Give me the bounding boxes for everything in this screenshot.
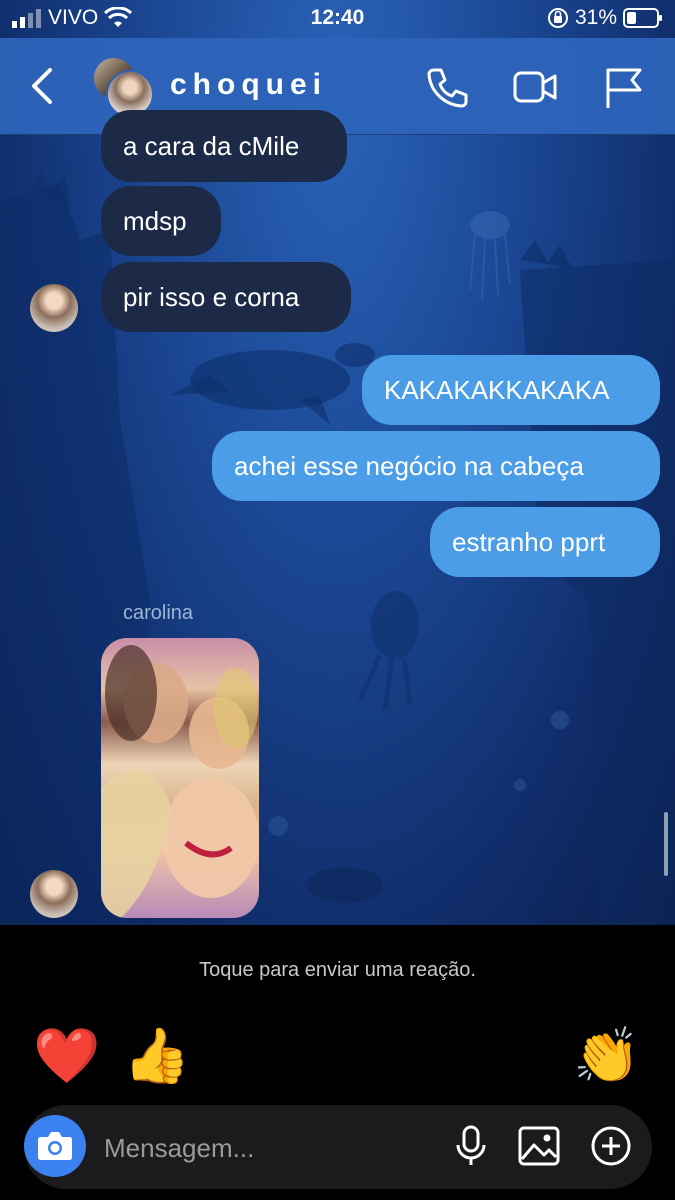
message-text: achei esse negócio na cabeça — [234, 451, 584, 481]
carrier-name: VIVO — [48, 6, 99, 29]
outgoing-message[interactable]: estranho pprt — [430, 507, 660, 577]
incoming-message[interactable]: mdsp — [101, 186, 221, 256]
signal-icon — [12, 9, 41, 28]
video-call-icon[interactable] — [512, 64, 558, 110]
outgoing-message[interactable]: achei esse negócio na cabeça — [212, 431, 660, 501]
heart-eyes-reaction[interactable]: 😍 — [302, 1021, 372, 1091]
orientation-lock-icon — [547, 8, 568, 28]
outgoing-message[interactable]: KAKAKAKKAKAKA — [362, 355, 660, 425]
photo-message[interactable] — [101, 638, 259, 918]
carrier: VIVO — [12, 6, 133, 30]
flag-icon[interactable] — [600, 64, 646, 110]
crying-reaction[interactable]: 😢 — [212, 1021, 282, 1091]
gallery-icon[interactable] — [514, 1121, 564, 1171]
thumbs-up-reaction[interactable]: 👍 — [122, 1021, 192, 1091]
battery-icon — [623, 8, 662, 28]
message-text: pir isso e corna — [123, 282, 300, 312]
surprised-reaction[interactable]: 😮 — [392, 1021, 462, 1091]
sender-name: carolina — [123, 602, 194, 624]
add-icon[interactable] — [586, 1121, 636, 1171]
clapping-reaction[interactable]: 👏 — [572, 1021, 642, 1091]
message-text: estranho pprt — [452, 527, 606, 557]
status-right: 31% — [547, 6, 663, 30]
battery-percent: 31% — [574, 6, 617, 29]
message-text: a cara da cMile — [123, 131, 300, 161]
reaction-bar: ❤️ 👍 😢 😍 😮 😂 👏 — [0, 1021, 675, 1091]
reaction-hint: Toque para enviar uma reação. — [199, 959, 476, 981]
sender-avatar[interactable] — [30, 870, 78, 918]
bottom-panel: Toque para enviar uma reação. ❤️ 👍 😢 😍 😮… — [0, 925, 675, 1200]
message-text: mdsp — [123, 206, 187, 236]
laughing-reaction[interactable]: 😂 — [482, 1021, 552, 1091]
message-composer — [24, 1105, 652, 1189]
back-button[interactable] — [26, 66, 60, 106]
message-text: KAKAKAKKAKAKA — [384, 375, 610, 405]
status-bar: VIVO 12:40 31% — [0, 0, 675, 38]
chat-title[interactable]: choquei — [170, 68, 327, 102]
photo-thumbnail — [101, 645, 259, 918]
incoming-message[interactable]: pir isso e corna — [101, 262, 351, 332]
scroll-indicator[interactable] — [664, 812, 668, 876]
incoming-message[interactable]: a cara da cMile — [101, 110, 347, 182]
message-input[interactable] — [102, 1125, 426, 1171]
group-avatar[interactable] — [92, 56, 156, 118]
camera-icon — [38, 1132, 72, 1160]
camera-button[interactable] — [24, 1115, 86, 1177]
phone-icon[interactable] — [424, 64, 470, 110]
microphone-icon[interactable] — [446, 1121, 496, 1171]
sender-avatar[interactable] — [30, 284, 78, 332]
heart-reaction[interactable]: ❤️ — [32, 1021, 102, 1091]
wifi-icon — [104, 7, 133, 27]
